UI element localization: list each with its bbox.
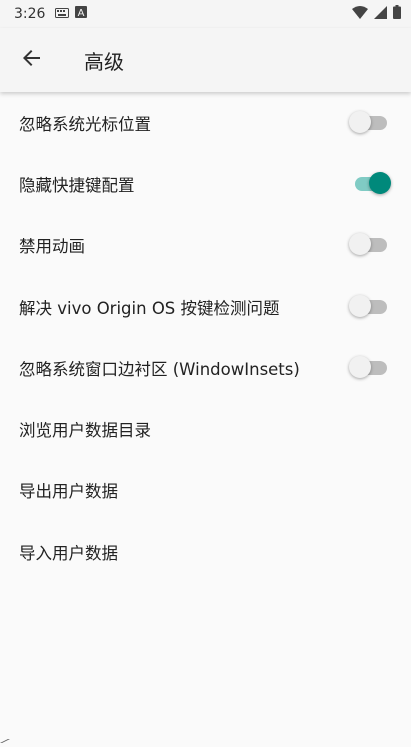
setting-label: 忽略系统光标位置 — [19, 111, 349, 135]
toggle-switch[interactable] — [349, 295, 391, 319]
setting-vivo-key-fix[interactable]: 解决 vivo Origin OS 按键检测问题 — [0, 276, 411, 337]
page-title: 高级 — [84, 46, 124, 75]
corner-handle — [0, 728, 10, 732]
status-time: 3:26 — [14, 6, 45, 22]
setting-label: 导出用户数据 — [19, 478, 391, 502]
status-bar: 3:26 A — [0, 0, 411, 28]
back-button[interactable] — [4, 32, 60, 88]
setting-disable-animation[interactable]: 禁用动画 — [0, 215, 411, 276]
setting-label: 隐藏快捷键配置 — [19, 172, 349, 196]
browse-user-data-dir[interactable]: 浏览用户数据目录 — [0, 398, 411, 459]
toolbar: 高级 — [0, 28, 411, 92]
toggle-switch[interactable] — [349, 356, 391, 380]
wifi-icon — [352, 6, 368, 23]
signal-icon — [374, 6, 387, 23]
setting-label: 解决 vivo Origin OS 按键检测问题 — [19, 295, 349, 319]
setting-label: 导入用户数据 — [19, 540, 391, 564]
svg-text:A: A — [78, 8, 85, 18]
setting-label: 浏览用户数据目录 — [19, 417, 391, 441]
toggle-switch[interactable] — [349, 111, 391, 135]
toggle-switch[interactable] — [349, 172, 391, 196]
arrow-left-icon — [23, 49, 41, 71]
toggle-switch[interactable] — [349, 233, 391, 257]
a-icon: A — [75, 6, 87, 22]
setting-label: 忽略系统窗口边衬区 (WindowInsets) — [19, 356, 349, 380]
settings-list: 忽略系统光标位置 隐藏快捷键配置 禁用动画 解决 vivo Origin OS … — [0, 92, 411, 582]
setting-hide-shortcut-config[interactable]: 隐藏快捷键配置 — [0, 153, 411, 214]
setting-ignore-window-insets[interactable]: 忽略系统窗口边衬区 (WindowInsets) — [0, 337, 411, 398]
keyboard-icon — [55, 6, 69, 22]
setting-ignore-cursor-position[interactable]: 忽略系统光标位置 — [0, 92, 411, 153]
setting-label: 禁用动画 — [19, 233, 349, 257]
import-user-data[interactable]: 导入用户数据 — [0, 521, 411, 582]
battery-icon — [393, 5, 401, 23]
export-user-data[interactable]: 导出用户数据 — [0, 460, 411, 521]
